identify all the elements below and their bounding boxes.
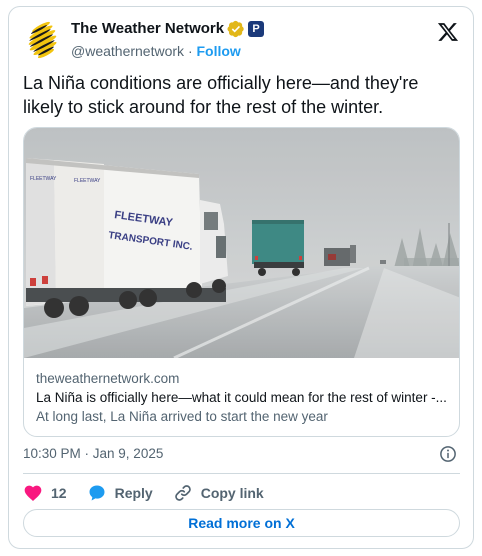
heart-icon bbox=[24, 485, 42, 501]
verified-badge-icon bbox=[227, 20, 244, 38]
follow-button[interactable]: Follow bbox=[197, 43, 241, 59]
copy-link-button[interactable]: Copy link bbox=[173, 483, 264, 503]
tweet-text: La Niña conditions are officially here—a… bbox=[23, 73, 419, 117]
copy-link-label: Copy link bbox=[200, 485, 264, 501]
link-domain: theweathernetwork.com bbox=[36, 371, 180, 386]
action-bar: 12 Reply Copy link bbox=[23, 481, 284, 505]
like-count: 12 bbox=[51, 485, 67, 501]
like-button[interactable]: 12 bbox=[23, 483, 67, 503]
link-title: La Niña is officially here—what it could… bbox=[36, 390, 447, 405]
link-preview-image: FLEETWAY TRANSPORT INC. FLEETWAY FLEETWA… bbox=[24, 128, 459, 358]
account-handle-row: @weathernetwork · Follow bbox=[71, 43, 241, 60]
reply-label: Reply bbox=[114, 485, 153, 501]
divider bbox=[23, 473, 460, 474]
reply-button[interactable]: Reply bbox=[87, 483, 153, 503]
handle-separator: · bbox=[187, 43, 193, 59]
affiliate-badge: P bbox=[248, 21, 265, 37]
account-display-name[interactable]: The Weather Network bbox=[71, 20, 224, 38]
account-avatar[interactable] bbox=[23, 19, 63, 59]
link-icon bbox=[174, 485, 191, 501]
x-logo-icon[interactable] bbox=[437, 21, 459, 43]
read-more-button[interactable]: Read more on X bbox=[23, 509, 460, 537]
reply-bubble-icon bbox=[89, 485, 105, 501]
weather-network-logo-icon bbox=[24, 20, 62, 59]
tweet-timestamp[interactable]: 10:30 PM · Jan 9, 2025 bbox=[23, 445, 163, 463]
info-icon[interactable] bbox=[439, 445, 457, 463]
account-handle[interactable]: @weathernetwork bbox=[71, 43, 184, 59]
link-preview-card[interactable]: FLEETWAY TRANSPORT INC. FLEETWAY FLEETWA… bbox=[23, 127, 460, 437]
account-name-row: The Weather Network P bbox=[71, 20, 265, 38]
link-preview-meta: theweathernetwork.com La Niña is officia… bbox=[36, 370, 451, 426]
link-description: At long last, La Niña arrived to start t… bbox=[36, 409, 328, 424]
tweet-embed-card: The Weather Network P @weathernetwork · … bbox=[8, 6, 474, 549]
